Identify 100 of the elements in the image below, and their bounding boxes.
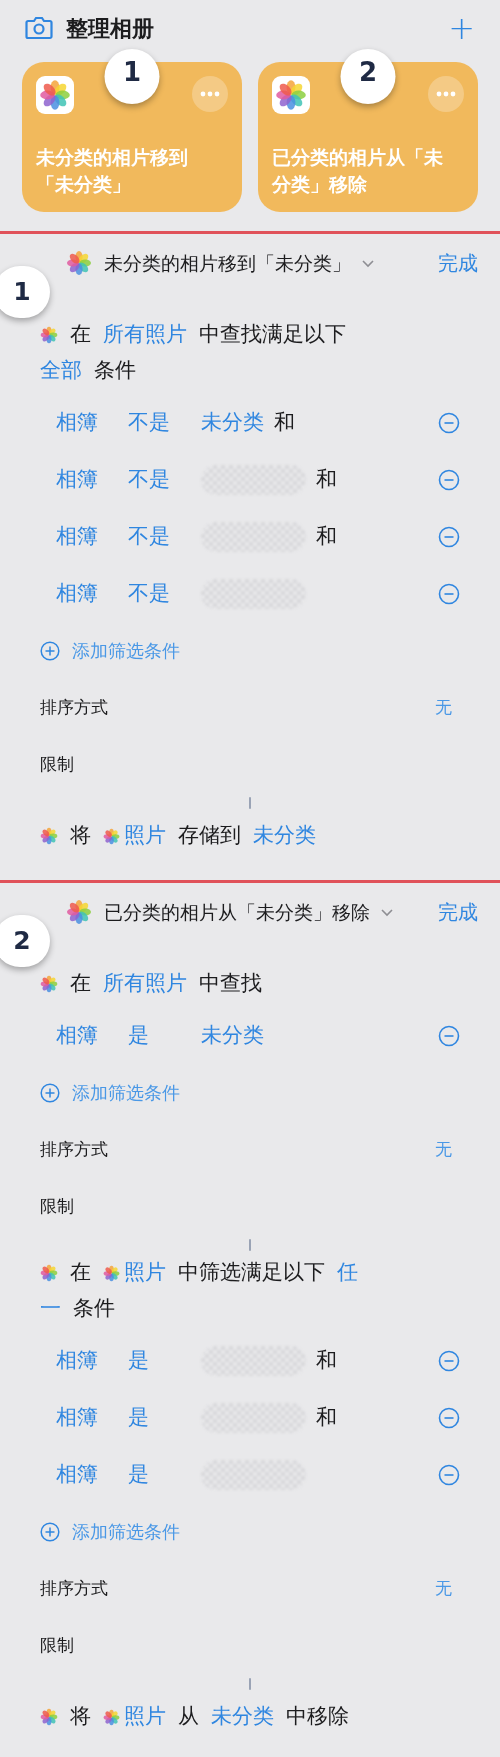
limit-label: 限制: [40, 752, 74, 776]
plus-circle-icon: [40, 1521, 60, 1542]
number-badge: 1: [0, 266, 50, 318]
operator-token[interactable]: 不是: [128, 463, 201, 496]
sort-value[interactable]: 无: [435, 1575, 452, 1602]
chevron-down-icon[interactable]: [361, 258, 375, 268]
sort-label: 排序方式: [40, 1576, 108, 1600]
operator-token[interactable]: 是: [128, 1401, 201, 1434]
action-text: 条件: [73, 1295, 115, 1323]
field-token[interactable]: 相簿: [56, 1401, 128, 1434]
sort-value[interactable]: 无: [435, 1136, 452, 1163]
photos-icon: [40, 326, 58, 344]
parameter-token[interactable]: 照片: [103, 1257, 166, 1289]
remove-button[interactable]: [438, 582, 460, 605]
plus-circle-icon: [40, 1082, 60, 1103]
sort-label: 排序方式: [40, 695, 108, 719]
action-text: 中移除: [286, 1703, 349, 1731]
camera-icon: [25, 16, 53, 40]
minus-circle-icon: [438, 468, 460, 491]
parameter-token[interactable]: 任: [337, 1257, 358, 1289]
joiner-text: 和: [316, 465, 337, 493]
field-token[interactable]: 相簿: [56, 1458, 128, 1491]
photos-icon: [66, 250, 92, 276]
done-button[interactable]: 完成: [438, 248, 478, 278]
more-icon: [200, 91, 220, 97]
action-text: 中查找满足以下: [199, 321, 346, 349]
action-text: 存储到: [178, 822, 241, 850]
operator-token[interactable]: 不是: [128, 406, 201, 439]
remove-button[interactable]: [438, 1406, 460, 1429]
sort-label: 排序方式: [40, 1137, 108, 1161]
minus-circle-icon: [438, 411, 460, 434]
value-token[interactable]: 未分类: [201, 406, 264, 439]
add-filter-button[interactable]: 添加筛选条件: [40, 622, 180, 679]
done-button[interactable]: 完成: [438, 897, 478, 927]
field-token[interactable]: 相簿: [56, 1019, 128, 1052]
field-token[interactable]: 相簿: [56, 1344, 128, 1377]
photos-icon: [40, 975, 58, 993]
action-text: 在: [70, 321, 91, 349]
more-button[interactable]: [192, 76, 228, 112]
field-token[interactable]: 相簿: [56, 463, 128, 496]
minus-circle-icon: [438, 1024, 460, 1047]
action-text: 从: [178, 1703, 199, 1731]
connector-mark: [249, 1239, 251, 1251]
action-text: 在: [70, 970, 91, 998]
add-filter-button[interactable]: 添加筛选条件: [40, 1503, 180, 1560]
plus-circle-icon: [40, 640, 60, 661]
photos-icon: [40, 1708, 58, 1726]
limit-label: 限制: [40, 1633, 74, 1657]
parameter-token[interactable]: 所有照片: [103, 319, 187, 351]
sort-value[interactable]: 无: [435, 694, 452, 721]
operator-token[interactable]: 是: [128, 1019, 201, 1052]
chevron-down-icon[interactable]: [380, 907, 394, 917]
minus-circle-icon: [438, 1406, 460, 1429]
shortcut-title: 已分类的相片从「未分类」移除: [104, 899, 370, 925]
page-title: 整理相册: [66, 14, 154, 43]
field-token[interactable]: 相簿: [56, 520, 128, 553]
connector-mark: [249, 1678, 251, 1690]
field-token[interactable]: 相簿: [56, 406, 128, 439]
shortcut-title: 未分类的相片移到「未分类」: [104, 250, 351, 276]
action-text: 条件: [94, 357, 136, 385]
minus-circle-icon: [438, 582, 460, 605]
remove-button[interactable]: [438, 411, 460, 434]
value-token[interactable]: 未分类: [201, 1019, 264, 1052]
operator-token[interactable]: 是: [128, 1458, 201, 1491]
minus-circle-icon: [438, 525, 460, 548]
remove-button[interactable]: [438, 1024, 460, 1047]
more-icon: [436, 91, 456, 97]
remove-button[interactable]: [438, 468, 460, 491]
remove-button[interactable]: [438, 1349, 460, 1372]
parameter-token[interactable]: 未分类: [211, 1701, 274, 1733]
joiner-text: 和: [316, 1346, 337, 1374]
action-text: 在: [70, 1259, 91, 1287]
action-text: 将: [70, 1703, 91, 1731]
joiner-text: 和: [316, 1403, 337, 1431]
joiner-text: 和: [316, 522, 337, 550]
parameter-token[interactable]: 未分类: [253, 820, 316, 852]
action-text: 中筛选满足以下: [178, 1259, 325, 1287]
joiner-text: 和: [274, 408, 295, 436]
shortcut-title: 已分类的相片从「未分类」移除: [272, 145, 444, 197]
more-button[interactable]: [428, 76, 464, 112]
connector-mark: [249, 797, 251, 809]
photos-icon: [40, 827, 58, 845]
number-badge: 2: [0, 915, 50, 967]
operator-token[interactable]: 不是: [128, 577, 201, 610]
action-text: 中查找: [199, 970, 262, 998]
photos-icon: [66, 899, 92, 925]
parameter-token[interactable]: 一: [40, 1293, 61, 1325]
parameter-token[interactable]: 全部: [40, 355, 82, 387]
operator-token[interactable]: 是: [128, 1344, 201, 1377]
photos-icon: [40, 1264, 58, 1282]
operator-token[interactable]: 不是: [128, 520, 201, 553]
parameter-token[interactable]: 照片: [103, 1701, 166, 1733]
limit-label: 限制: [40, 1194, 74, 1218]
remove-button[interactable]: [438, 1463, 460, 1486]
parameter-token[interactable]: 照片: [103, 820, 166, 852]
add-filter-button[interactable]: 添加筛选条件: [40, 1064, 180, 1121]
add-button[interactable]: +: [448, 12, 475, 44]
remove-button[interactable]: [438, 525, 460, 548]
field-token[interactable]: 相簿: [56, 577, 128, 610]
parameter-token[interactable]: 所有照片: [103, 968, 187, 1000]
